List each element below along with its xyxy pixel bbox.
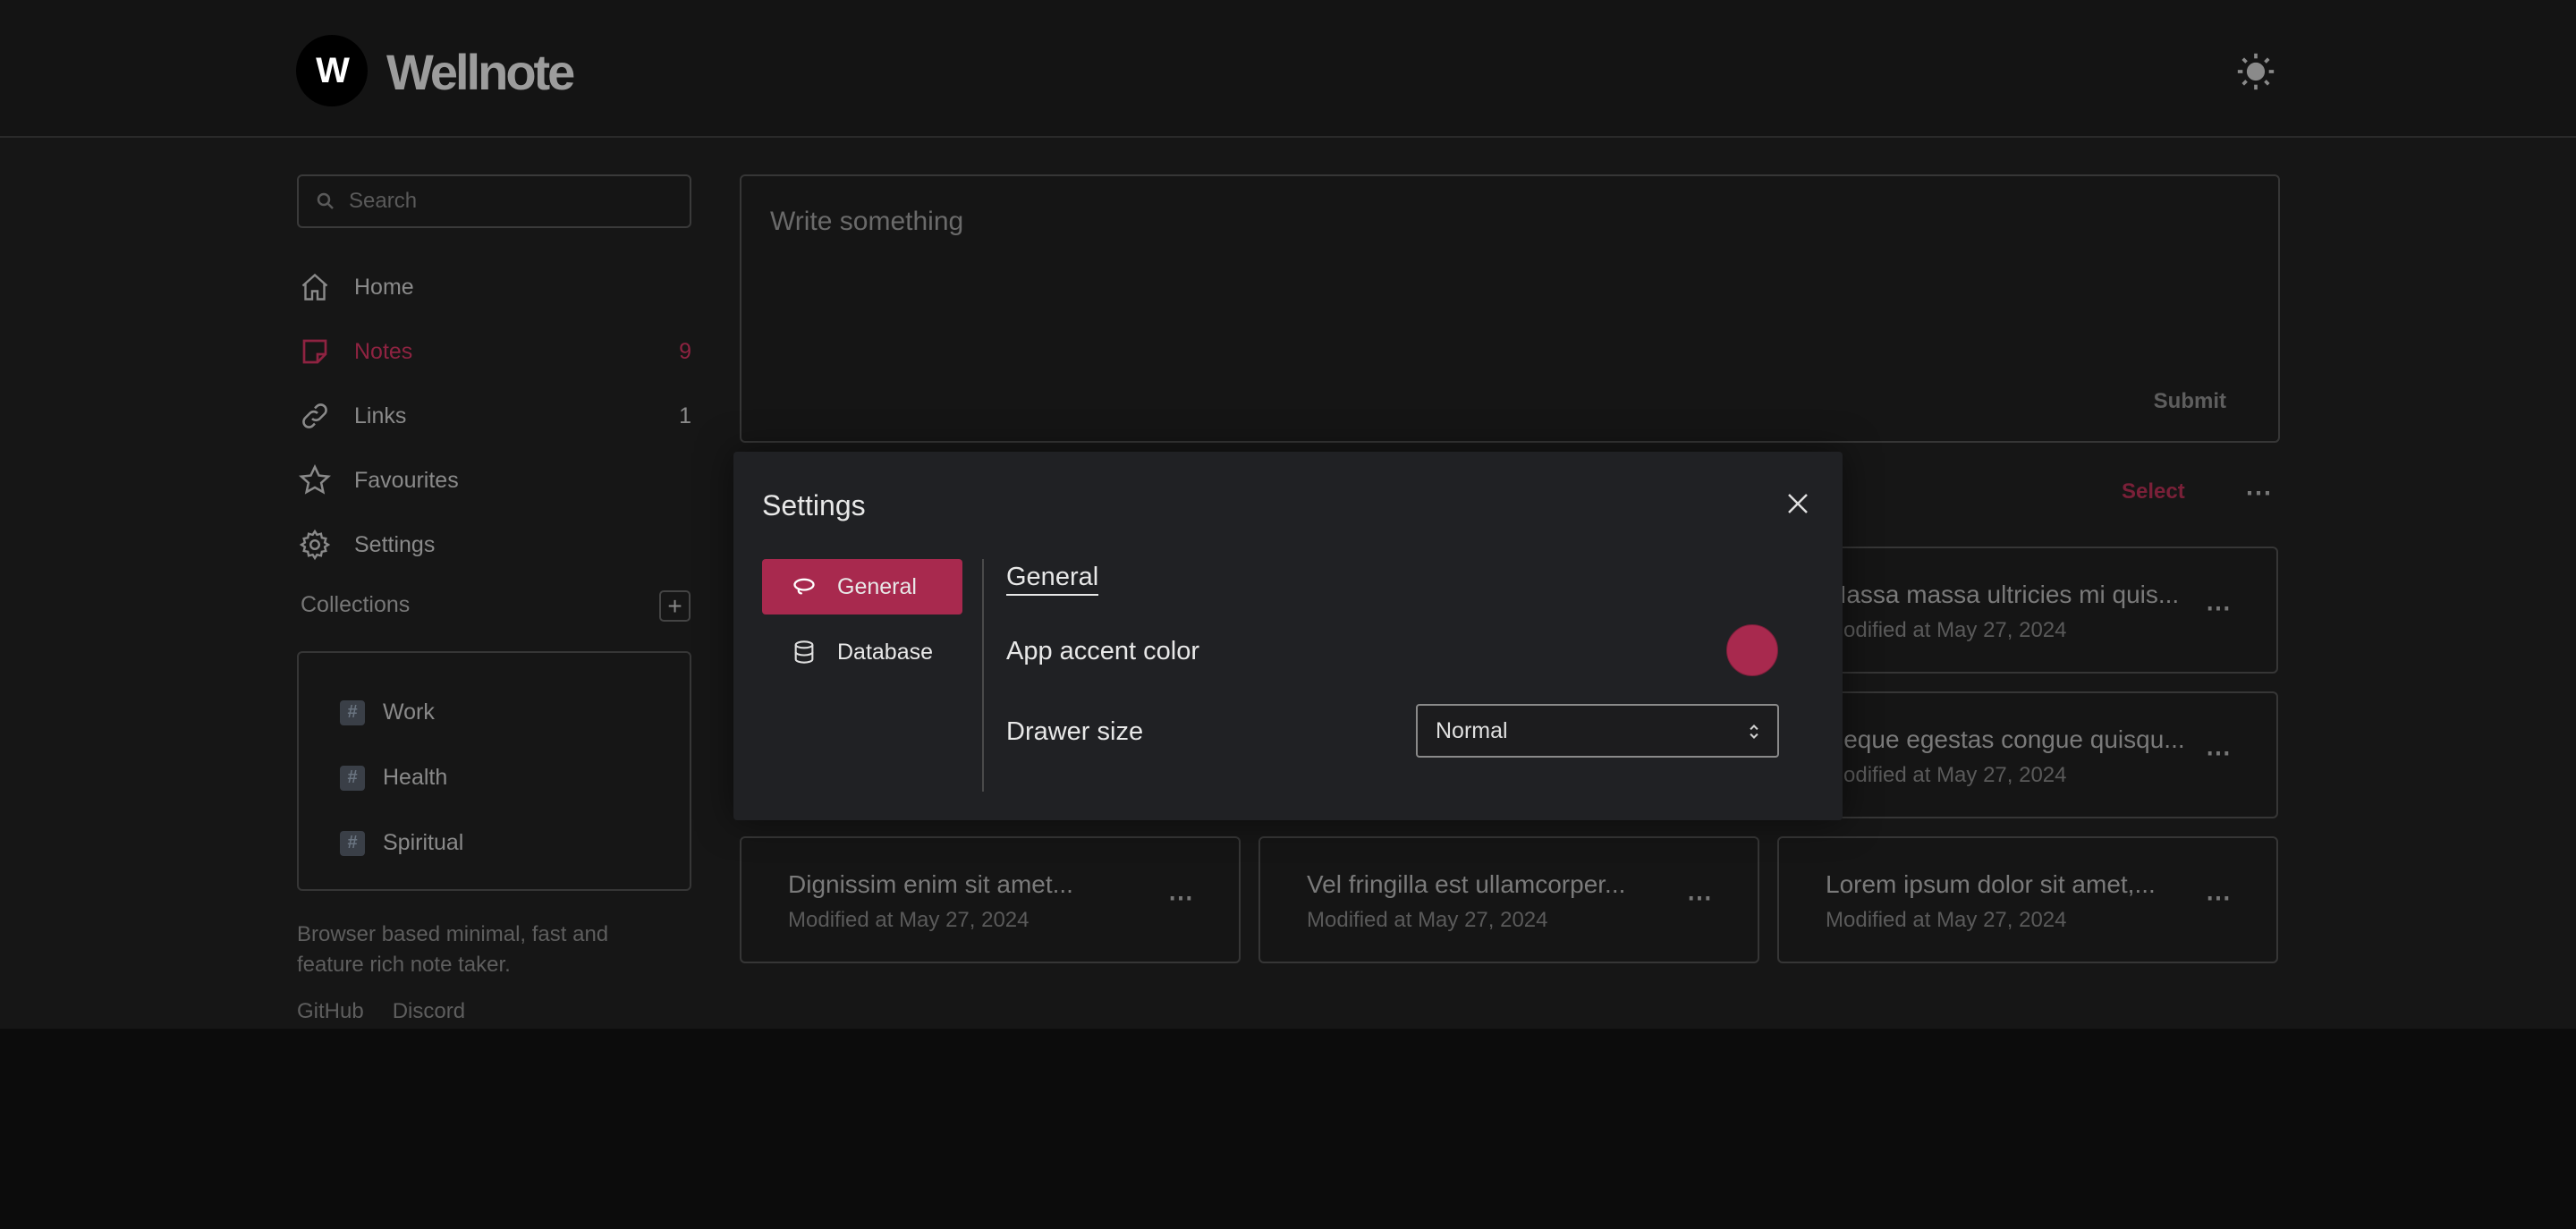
collection-label: Spiritual [383,830,464,855]
select-button[interactable]: Select [2122,479,2185,504]
note-modified: Modified at May 27, 2024 [788,908,1030,932]
collection-item-spiritual[interactable]: # Spiritual [340,810,690,876]
sidebar-item-notes[interactable]: Notes 9 [297,319,691,384]
brand-name: Wellnote [386,44,575,100]
footer-links: GitHub Discord [297,999,465,1024]
collections-heading: Collections [301,592,411,617]
database-icon [794,640,814,664]
note-icon [302,339,327,364]
home-icon [301,273,328,301]
sidebar-item-label: Notes [354,338,413,364]
sidebar-item-label: Settings [354,531,436,557]
link-icon [302,403,327,428]
editor-placeholder: Write something [770,207,964,236]
collection-item-work[interactable]: # Work [340,680,690,745]
settings-dialog: Settings General Database General App ac… [733,452,1843,820]
note-editor[interactable]: Write something Submit [740,174,2280,443]
note-card[interactable]: Lorem ipsum dolor sit amet,... Modified … [1777,836,2278,963]
star-icon [298,464,332,495]
submit-button[interactable]: Submit [2154,389,2226,414]
note-card[interactable]: Neque egestas congue quisqu... Modified … [1777,691,2278,818]
collection-item-health[interactable]: # Health [340,745,690,810]
gear-icon [299,529,331,561]
note-menu-button[interactable]: ⋯ [1687,883,1713,912]
sidebar-item-home[interactable]: Home [297,255,691,319]
note-title: Dignissim enim sit amet... [788,870,1073,898]
page-bottom [0,1029,2576,1229]
note-modified: Modified at May 27, 2024 [1826,908,2067,932]
tab-label: General [837,573,917,599]
hash-icon: # [340,765,365,791]
sidebar-item-label: Favourites [354,467,459,493]
note-modified: Modified at May 27, 2024 [1826,618,2067,642]
note-menu-button[interactable]: ⋯ [2206,883,2232,912]
hash-icon: # [340,830,365,856]
drawer-size-select[interactable]: Normal [1416,704,1779,758]
note-title: Vel fringilla est ullamcorper... [1307,870,1626,898]
drawer-size-value: Normal [1436,717,1508,743]
tab-label: Database [837,639,934,665]
note-title: Neque egestas congue quisqu... [1826,725,2185,753]
note-modified: Modified at May 27, 2024 [1307,908,1548,932]
dialog-title: Settings [762,489,866,521]
sidebar-item-label: Home [354,274,414,300]
divider [982,559,984,792]
lasso-icon [793,578,815,595]
add-collection-button[interactable]: + [659,590,691,622]
close-icon [1788,494,1808,513]
collection-label: Health [383,765,448,790]
note-menu-button[interactable]: ⋯ [2206,738,2232,767]
tab-general[interactable]: General [762,559,962,614]
note-menu-button[interactable]: ⋯ [1168,883,1194,912]
top-bar: W Wellnote [0,0,2576,138]
collection-label: Work [383,699,435,725]
accent-color-picker[interactable] [1726,624,1778,676]
close-button[interactable] [1780,486,1816,521]
section-heading: General [1006,563,1099,596]
note-menu-button[interactable]: ⋯ [2206,593,2232,623]
logo: W [296,35,368,106]
hash-icon: # [340,699,365,725]
sidebar-item-favourites[interactable]: Favourites [297,448,691,513]
more-options-button[interactable]: ⋯ [2245,478,2273,509]
sidebar-item-label: Links [354,403,407,428]
drawer-size-label: Drawer size [1006,717,1144,746]
search-icon [317,192,334,209]
app-description: Browser based minimal, fast and feature … [297,922,609,977]
note-card[interactable]: Dignissim enim sit amet... Modified at M… [740,836,1241,963]
note-modified: Modified at May 27, 2024 [1826,763,2067,787]
collections-list: # Work # Health # Spiritual [297,651,691,891]
tab-database[interactable]: Database [762,624,962,680]
sidebar-nav: Home Notes 9 Links 1 Favourites Settings [297,255,691,577]
links-count: 1 [679,403,691,428]
sidebar-item-settings[interactable]: Settings [297,513,691,577]
note-card[interactable]: Vel fringilla est ullamcorper... Modifie… [1258,836,1759,963]
sun-icon[interactable] [2236,52,2275,91]
search-box[interactable] [297,174,691,228]
github-link[interactable]: GitHub [297,999,364,1024]
sidebar-item-links[interactable]: Links 1 [297,384,691,448]
note-title: Lorem ipsum dolor sit amet,... [1826,870,2156,898]
note-card[interactable]: Massa massa ultricies mi quis... Modifie… [1777,547,2278,674]
search-input[interactable] [349,189,671,214]
discord-link[interactable]: Discord [393,999,465,1024]
chevron-updown-icon [1750,725,1758,739]
accent-color-label: App accent color [1006,637,1200,665]
notes-count: 9 [679,338,691,364]
note-title: Massa massa ultricies mi quis... [1826,581,2180,608]
